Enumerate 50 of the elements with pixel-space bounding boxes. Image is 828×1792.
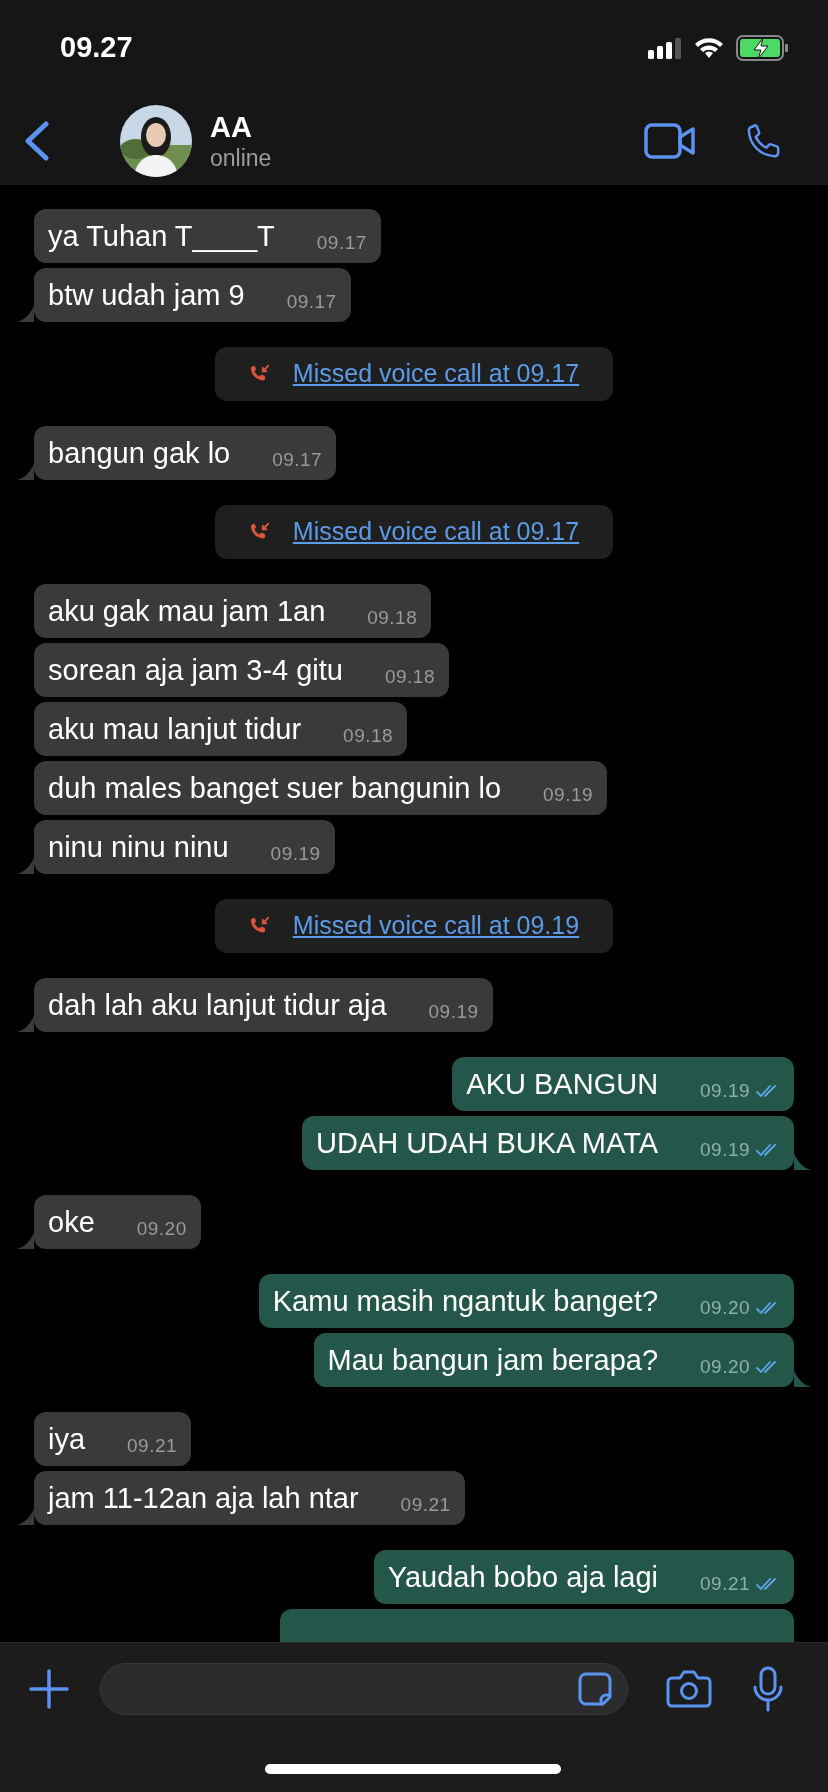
message-text: ninu ninu ninu xyxy=(48,830,229,864)
message-time: 09.20 xyxy=(700,1354,750,1379)
message-time: 09.18 xyxy=(385,664,435,689)
missed-call-link[interactable]: Missed voice call at 09.17 xyxy=(292,513,580,551)
message-text: bangun gak lo xyxy=(48,436,231,470)
message-time: 09.17 xyxy=(286,289,337,314)
contact-status: online xyxy=(210,143,272,172)
message-time: 09.20 xyxy=(136,1216,187,1241)
plus-icon[interactable] xyxy=(28,1668,70,1710)
camera-icon[interactable] xyxy=(666,1669,712,1709)
message-text: aku mau lanjut tidur xyxy=(48,712,302,746)
message-time: 09.17 xyxy=(272,447,323,472)
message-text: btw udah jam 9 xyxy=(48,278,245,312)
message-text: iya xyxy=(48,1422,86,1456)
message-text: dah lah aku lanjut tidur aja xyxy=(48,988,387,1022)
message-time: 09.18 xyxy=(367,605,418,630)
message-time: 09.18 xyxy=(343,723,393,748)
back-icon[interactable] xyxy=(22,120,52,161)
battery-icon xyxy=(736,35,790,61)
message-text: Yaudah bobo aja lagi xyxy=(387,1560,659,1594)
message-time: 09.19 xyxy=(543,782,593,807)
message-text: Mau bangun jam berapa? xyxy=(327,1343,659,1377)
message-text: jam 11-12an aja lah ntar xyxy=(48,1481,359,1515)
status-time: 09.27 xyxy=(60,30,133,66)
message-text: oke xyxy=(48,1205,95,1239)
wifi-icon xyxy=(694,37,724,59)
message-text: Kamu masih ngantuk banget? xyxy=(272,1284,659,1318)
sticker-icon[interactable] xyxy=(577,1671,613,1707)
message-time: 09.19 xyxy=(700,1137,750,1162)
message-time: 09.19 xyxy=(270,841,321,866)
message-time: 09.20 xyxy=(700,1295,750,1320)
missed-call-link[interactable]: Missed voice call at 09.17 xyxy=(292,355,580,393)
microphone-icon[interactable] xyxy=(752,1666,784,1712)
message-text: AKU BANGUN xyxy=(466,1067,659,1101)
message-input-field[interactable] xyxy=(100,1663,628,1715)
message-text: sorean aja jam 3-4 gitu xyxy=(48,653,343,687)
message-time: 09.19 xyxy=(700,1078,750,1103)
message-time: 09.17 xyxy=(316,230,367,255)
message-time: 09.21 xyxy=(127,1433,177,1458)
message-text: ya Tuhan T____T xyxy=(48,219,275,253)
video-call-icon[interactable] xyxy=(644,122,696,159)
message-text: aku gak mau jam 1an xyxy=(48,594,326,628)
message-text: UDAH UDAH BUKA MATA xyxy=(315,1126,659,1160)
message-time: 09.21 xyxy=(400,1492,451,1517)
signal-icon xyxy=(648,37,682,59)
contact-name: AA xyxy=(210,109,253,144)
missed-call-link[interactable]: Missed voice call at 09.19 xyxy=(292,907,580,945)
message-text: duh males banget suer bangunin lo xyxy=(48,771,502,805)
message-time: 09.19 xyxy=(428,999,479,1024)
message-time: 09.21 xyxy=(700,1571,750,1596)
